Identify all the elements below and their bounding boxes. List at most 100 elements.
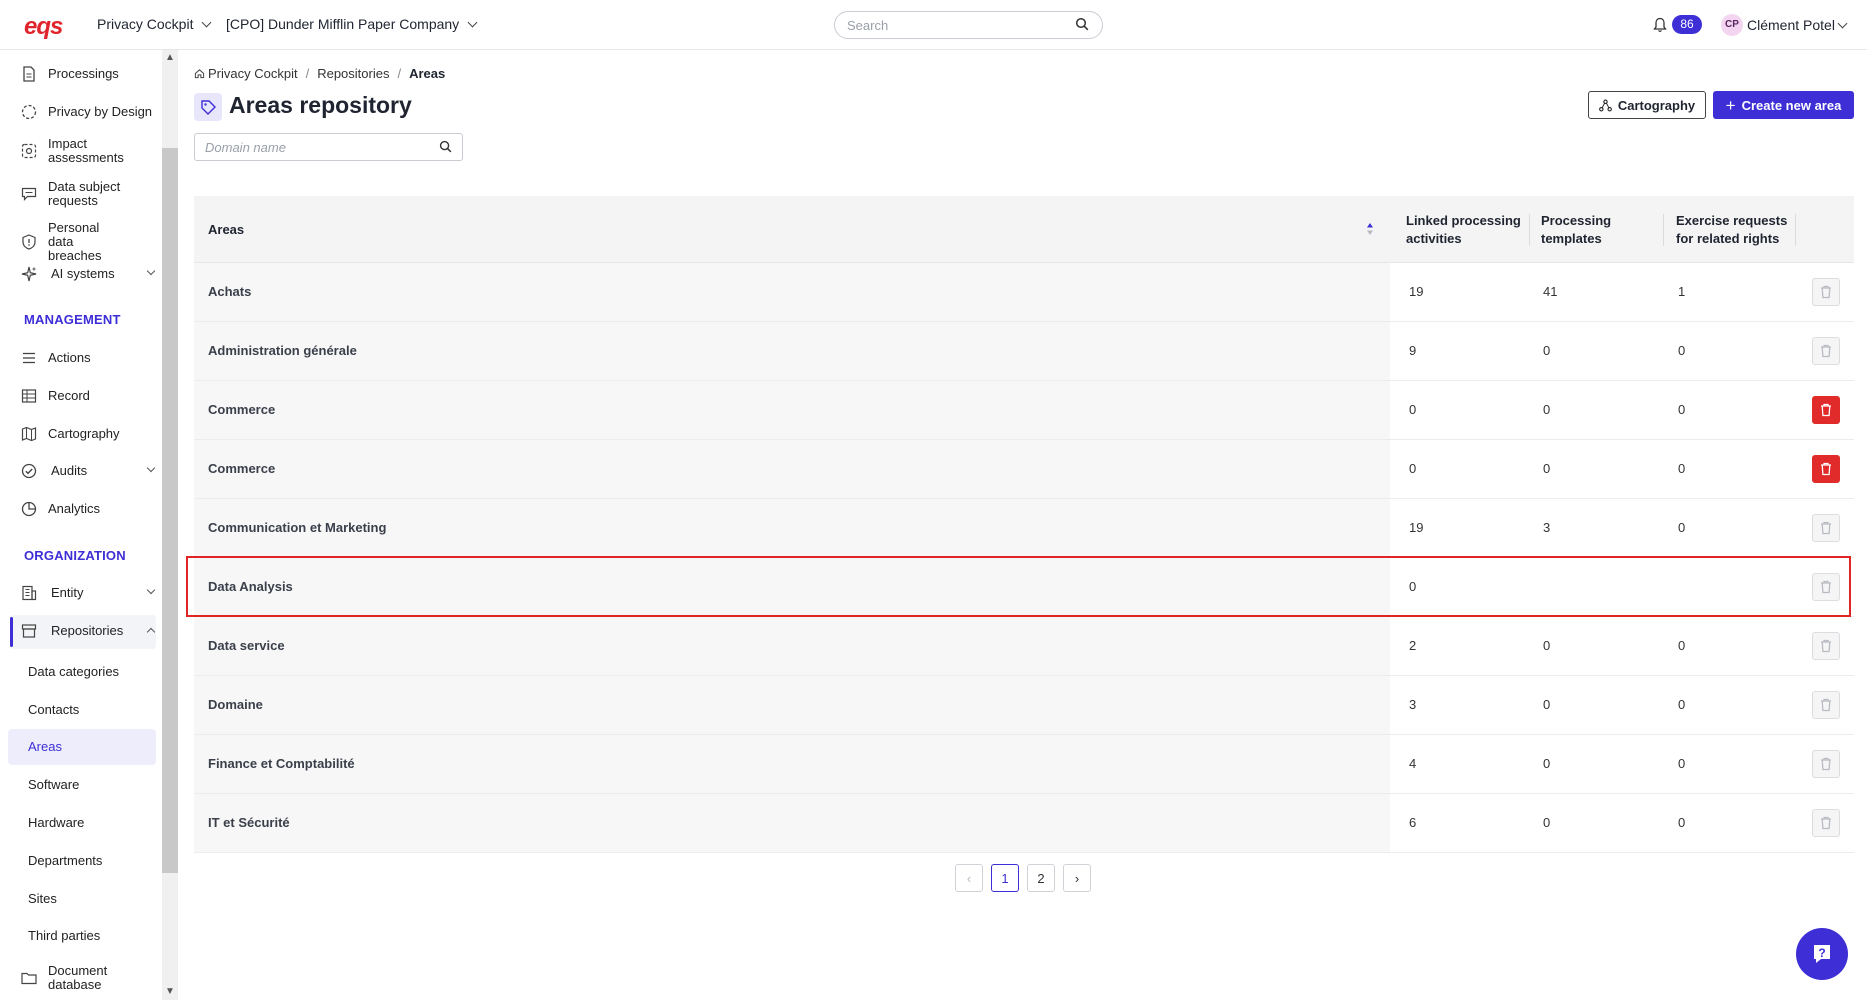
pagination-page-1[interactable]: 1 xyxy=(991,864,1019,892)
document-icon xyxy=(23,66,35,82)
table-row[interactable]: Administration générale 9 0 0 xyxy=(194,322,1854,381)
delete-area-button[interactable] xyxy=(1812,396,1840,424)
sidebar-item-analytics[interactable]: Analytics xyxy=(20,500,160,518)
table-row[interactable]: Commerce 0 0 0 xyxy=(194,440,1854,499)
tag-icon xyxy=(194,93,222,121)
sidebar-item-impact-assessments[interactable]: Impact assessments xyxy=(20,137,160,165)
sidebar-item-cartography[interactable]: Cartography xyxy=(20,425,160,443)
sidebar-item-data-subject-requests[interactable]: Data subject requests xyxy=(20,180,160,208)
pagination-page-2[interactable]: 2 xyxy=(1027,864,1055,892)
trash-icon xyxy=(1821,580,1831,594)
sidebar-subitem-hardware[interactable]: Hardware xyxy=(28,815,84,830)
sidebar-subitem-contacts[interactable]: Contacts xyxy=(28,702,79,717)
trash-icon xyxy=(1821,521,1831,535)
user-menu[interactable]: Clément Potel xyxy=(1747,17,1848,33)
sort-icon[interactable] xyxy=(1366,222,1374,236)
breadcrumb-item[interactable]: Privacy Cockpit xyxy=(208,66,298,81)
organization-section-title: ORGANIZATION xyxy=(24,548,126,563)
sidebar-subitem-departments[interactable]: Departments xyxy=(28,853,102,868)
sidebar-subitem-data-categories[interactable]: Data categories xyxy=(28,664,119,679)
table-row[interactable]: Communication et Marketing 19 3 0 xyxy=(194,499,1854,558)
exercise-requests-count: 1 xyxy=(1678,284,1686,299)
pagination-next-button[interactable]: › xyxy=(1063,864,1091,892)
area-name[interactable]: Achats xyxy=(208,284,251,299)
table-row[interactable]: Achats 19 41 1 xyxy=(194,263,1854,322)
delete-area-button[interactable] xyxy=(1812,455,1840,483)
chevron-down-icon xyxy=(202,17,212,27)
area-name[interactable]: Commerce xyxy=(208,461,275,476)
delete-area-button[interactable] xyxy=(1812,514,1840,542)
sidebar-item-ai-systems[interactable]: AI systems xyxy=(20,265,160,283)
area-name[interactable]: Data Analysis xyxy=(208,579,293,594)
area-name[interactable]: Commerce xyxy=(208,402,275,417)
sidebar-item-actions[interactable]: Actions xyxy=(20,349,160,367)
plus-icon: + xyxy=(1725,95,1736,115)
domain-name-search-input[interactable] xyxy=(194,133,463,161)
column-header-processing-templates[interactable]: Processing templates xyxy=(1541,212,1611,248)
search-icon[interactable] xyxy=(439,140,452,153)
sidebar-item-audits[interactable]: Audits xyxy=(20,462,160,480)
home-icon[interactable] xyxy=(194,68,205,79)
processing-templates-count: 0 xyxy=(1543,697,1551,712)
pagination-prev-button[interactable]: ‹ xyxy=(955,864,983,892)
sidebar-item-record[interactable]: Record xyxy=(20,387,160,405)
sidebar-subitem-areas[interactable]: Areas xyxy=(28,739,62,754)
sidebar-scrollbar-thumb[interactable] xyxy=(162,148,178,873)
table-row[interactable]: IT et Sécurité 6 0 0 xyxy=(194,794,1854,853)
area-name[interactable]: Domaine xyxy=(208,697,263,712)
sidebar-subitem-sites[interactable]: Sites xyxy=(28,891,57,906)
chevron-down-icon xyxy=(146,266,156,276)
sidebar-item-personal-data-breaches[interactable]: Personal data breaches xyxy=(20,221,160,263)
sidebar-item-document-database[interactable]: Document database xyxy=(20,964,160,992)
area-name[interactable]: Communication et Marketing xyxy=(208,520,386,535)
sidebar-item-label: Data subject requests xyxy=(48,179,121,208)
table-row[interactable]: Data service 2 0 0 xyxy=(194,617,1854,676)
company-menu[interactable]: [CPO] Dunder Mifflin Paper Company xyxy=(226,16,478,32)
network-icon xyxy=(1598,99,1612,111)
delete-area-button[interactable] xyxy=(1812,573,1840,601)
delete-area-button[interactable] xyxy=(1812,278,1840,306)
column-header-exercise-requests[interactable]: Exercise requests for related rights xyxy=(1676,212,1787,248)
module-menu[interactable]: Privacy Cockpit xyxy=(97,16,212,32)
sidebar-item-privacy-by-design[interactable]: Privacy by Design xyxy=(20,103,160,121)
sidebar-item-processings[interactable]: Processings xyxy=(20,65,160,83)
help-chat-button[interactable]: ? xyxy=(1796,928,1848,980)
search-icon[interactable] xyxy=(1075,17,1089,31)
map-icon xyxy=(21,426,37,442)
repositories-active-indicator xyxy=(10,617,13,647)
delete-area-button[interactable] xyxy=(1812,632,1840,660)
scroll-down-arrow[interactable]: ▼ xyxy=(165,986,175,997)
processing-templates-count: 0 xyxy=(1543,638,1551,653)
breadcrumb-current: Areas xyxy=(409,66,446,81)
sidebar-subitem-third-parties[interactable]: Third parties xyxy=(28,928,100,943)
column-header-areas[interactable]: Areas xyxy=(208,221,244,239)
scroll-up-arrow[interactable]: ▲ xyxy=(165,52,175,63)
avatar[interactable]: CP xyxy=(1721,14,1743,36)
notifications-badge[interactable]: 86 xyxy=(1672,15,1702,34)
area-name[interactable]: Administration générale xyxy=(208,343,357,358)
cartography-button[interactable]: Cartography xyxy=(1588,91,1706,119)
table-row[interactable]: Finance et Comptabilité 4 0 0 xyxy=(194,735,1854,794)
breadcrumb-item[interactable]: Repositories xyxy=(317,66,389,81)
sidebar-item-repositories[interactable]: Repositories xyxy=(20,622,160,640)
table-row[interactable]: Domaine 3 0 0 xyxy=(194,676,1854,735)
create-new-area-button[interactable]: + Create new area xyxy=(1713,91,1854,119)
delete-area-button[interactable] xyxy=(1812,750,1840,778)
table-row[interactable]: Commerce 0 0 0 xyxy=(194,381,1854,440)
area-name[interactable]: Data service xyxy=(208,638,285,653)
delete-area-button[interactable] xyxy=(1812,691,1840,719)
sidebar-item-entity[interactable]: Entity xyxy=(20,584,160,602)
column-header-linked-processing[interactable]: Linked processing activities xyxy=(1406,212,1521,248)
area-name[interactable]: Finance et Comptabilité xyxy=(208,756,355,771)
bell-icon[interactable] xyxy=(1653,17,1667,33)
trash-icon xyxy=(1821,285,1831,299)
table-row[interactable]: Data Analysis 0 xyxy=(194,558,1854,617)
delete-area-button[interactable] xyxy=(1812,337,1840,365)
global-search-input[interactable] xyxy=(834,11,1103,39)
table-header: Areas Linked processing activities Proce… xyxy=(194,196,1854,263)
eqs-logo[interactable]: eqs xyxy=(24,13,63,41)
sidebar-item-label: Document database xyxy=(48,963,108,992)
sidebar-subitem-software[interactable]: Software xyxy=(28,777,79,792)
delete-area-button[interactable] xyxy=(1812,809,1840,837)
area-name[interactable]: IT et Sécurité xyxy=(208,815,290,830)
